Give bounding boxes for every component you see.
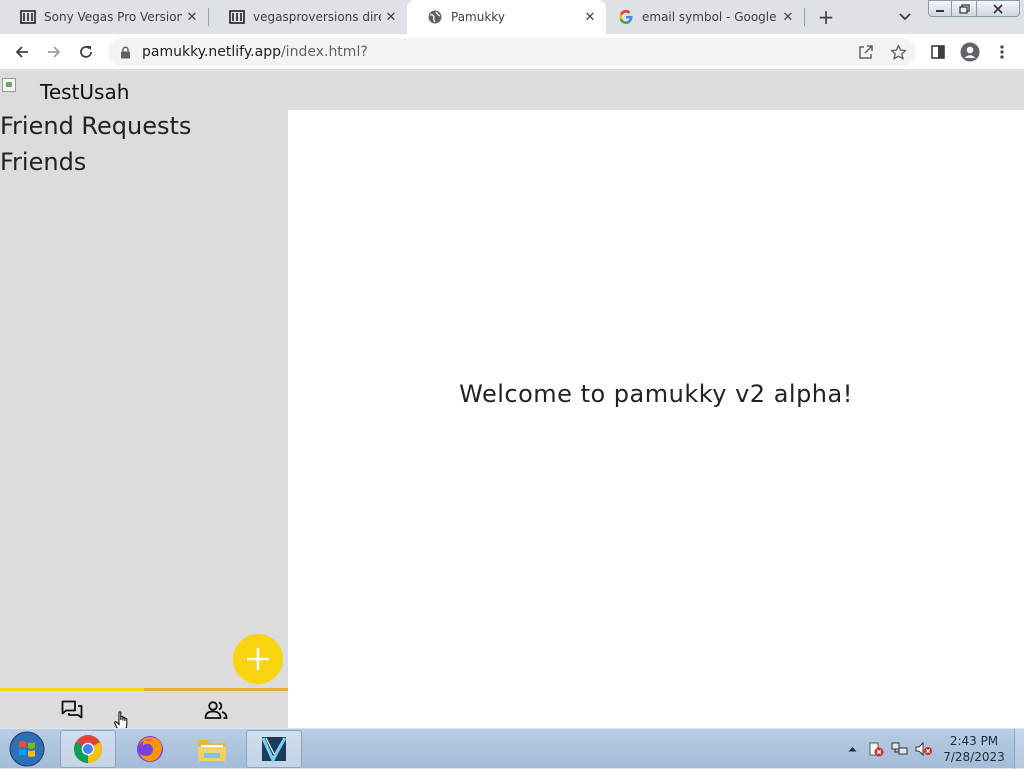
chevron-down-icon <box>899 13 911 21</box>
arrow-right-icon <box>48 46 61 58</box>
show-desktop-button[interactable] <box>1014 729 1024 769</box>
taskbar-file-explorer[interactable] <box>184 730 240 768</box>
people-tab[interactable] <box>144 691 288 728</box>
back-button[interactable] <box>10 40 34 64</box>
clock-time: 2:43 PM <box>949 734 999 748</box>
tab-email-symbol-google-search[interactable]: email symbol - Google Se ✕ <box>606 0 804 34</box>
profile-icon <box>960 42 980 62</box>
windows-start-icon <box>9 731 45 767</box>
archive-icon <box>229 9 245 25</box>
url-path: /index.html? <box>280 44 368 60</box>
browser-toolbar: pamukky.netlify.app/index.html? <box>0 34 1024 70</box>
taskbar-chrome[interactable] <box>60 730 116 768</box>
reload-icon <box>80 46 92 58</box>
tab-divider <box>804 8 805 26</box>
close-icon[interactable]: ✕ <box>580 7 600 27</box>
tab-vegasproversions-directory[interactable]: vegasproversions directo ✕ <box>209 0 407 34</box>
people-icon <box>204 700 228 719</box>
web-page: TestUsah Friend Requests Friends Welcome… <box>0 71 1024 731</box>
tab-title: Pamukky <box>451 10 505 24</box>
broken-image-icon <box>2 78 16 92</box>
clock-date: 7/28/2023 <box>943 750 1005 764</box>
network-icon[interactable] <box>890 739 910 759</box>
system-tray <box>842 729 938 769</box>
user-profile[interactable]: TestUsah <box>0 75 129 109</box>
video-editor-icon <box>261 737 287 764</box>
taskbar-clock[interactable]: 2:43 PM 7/28/2023 <box>934 733 1014 765</box>
sidebar: TestUsah Friend Requests Friends <box>0 71 288 728</box>
minimize-icon <box>936 9 944 12</box>
close-icon[interactable]: ✕ <box>778 7 798 27</box>
action-center-icon[interactable] <box>866 739 886 759</box>
taskbar-firefox[interactable] <box>122 730 178 768</box>
friends-link[interactable]: Friends <box>0 148 86 176</box>
tab-search-button[interactable] <box>894 6 916 28</box>
plus-icon <box>247 648 269 670</box>
tab-sony-vegas-pro-versions[interactable]: Sony Vegas Pro Versions ✕ <box>0 0 208 34</box>
friend-requests-link[interactable]: Friend Requests <box>0 112 191 140</box>
close-icon[interactable]: ✕ <box>381 7 401 27</box>
close-window-button[interactable] <box>976 0 1020 17</box>
show-hidden-icons-button[interactable] <box>842 739 862 759</box>
side-panel-button[interactable] <box>928 42 948 62</box>
reload-button[interactable] <box>74 40 98 64</box>
share-button[interactable] <box>856 42 876 62</box>
minimize-button[interactable] <box>928 0 952 17</box>
tab-title: Sony Vegas Pro Versions <box>44 10 182 24</box>
bottom-tab-bar <box>0 688 288 728</box>
address-bar[interactable]: pamukky.netlify.app/index.html? <box>108 38 916 66</box>
start-button[interactable] <box>4 730 50 768</box>
globe-icon <box>427 9 443 25</box>
google-icon <box>618 9 634 25</box>
star-icon <box>890 44 906 59</box>
windows-taskbar: 2:43 PM 7/28/2023 <box>0 728 1024 769</box>
arrow-left-icon <box>15 46 28 58</box>
avatar <box>2 78 30 106</box>
bookmark-star-button[interactable] <box>888 42 908 62</box>
add-button[interactable] <box>233 634 283 684</box>
url-host: pamukky.netlify.app <box>142 44 281 60</box>
close-icon[interactable]: ✕ <box>182 7 202 27</box>
tab-title: vegasproversions directo <box>253 10 381 24</box>
username: TestUsah <box>40 80 130 104</box>
restore-button[interactable] <box>951 0 977 17</box>
welcome-message: Welcome to pamukky v2 alpha! <box>459 380 853 408</box>
file-explorer-icon <box>198 740 226 761</box>
share-icon <box>859 45 873 59</box>
menu-button[interactable] <box>992 42 1012 62</box>
chat-icon <box>61 700 83 718</box>
close-icon <box>993 3 1003 14</box>
firefox-icon <box>137 736 163 762</box>
taskbar-video-editor[interactable] <box>246 730 302 768</box>
browser-tab-strip: Sony Vegas Pro Versions ✕ vegasproversio… <box>0 0 1024 34</box>
tab-pamukky[interactable]: Pamukky ✕ <box>407 0 606 34</box>
volume-muted-icon[interactable] <box>914 739 934 759</box>
chevron-up-icon <box>848 747 856 752</box>
forward-button[interactable] <box>42 40 66 64</box>
archive-icon <box>20 9 36 25</box>
kebab-menu-icon <box>1000 45 1004 59</box>
side-panel-icon <box>931 45 945 59</box>
restore-icon <box>958 3 970 14</box>
profile-button[interactable] <box>959 41 981 63</box>
new-tab-button[interactable]: + <box>814 5 838 29</box>
tab-title: email symbol - Google Se <box>642 10 778 24</box>
chrome-icon <box>74 735 102 763</box>
main-content: Welcome to pamukky v2 alpha! <box>288 110 1024 728</box>
lock-icon <box>120 45 134 59</box>
